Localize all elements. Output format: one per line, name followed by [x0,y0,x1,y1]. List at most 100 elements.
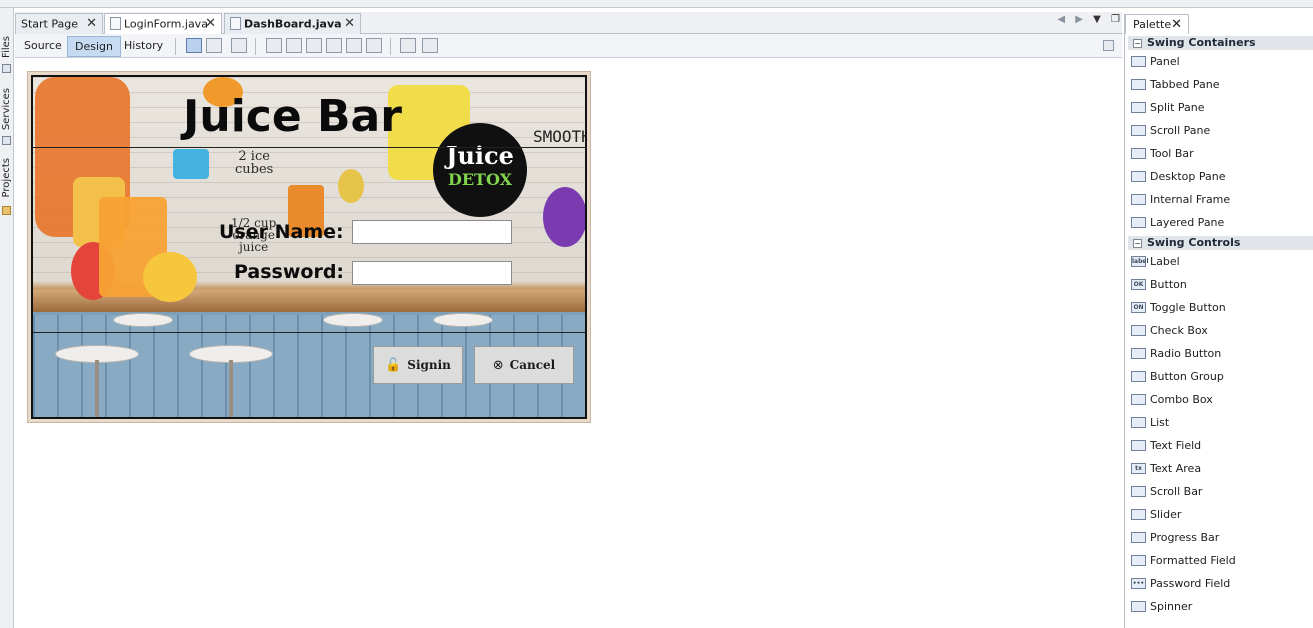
combo-box-icon [1131,394,1146,405]
palette-item-desktop-pane[interactable]: Desktop Pane [1131,167,1311,187]
palette-item-check-box[interactable]: Check Box [1131,321,1311,341]
sidebar-tab-services[interactable]: Services [0,88,14,150]
palette-tab[interactable]: Palette ✕ [1125,14,1189,34]
collapse-icon[interactable]: − [1133,239,1142,248]
palette-item-label: Tool Bar [1150,147,1194,160]
tab-loginform[interactable]: LoginForm.java ✕ [104,13,222,35]
preview-design-icon[interactable] [231,38,247,53]
palette-item-panel[interactable]: Panel [1131,52,1311,72]
category-swing-controls[interactable]: − Swing Controls [1128,236,1313,250]
connection-mode-icon[interactable] [206,38,222,53]
desktop-pane-icon [1131,171,1146,182]
palette-item-label: Label [1150,255,1180,268]
ice-note: 2 ice cubes [235,149,274,177]
align-top-icon[interactable] [326,38,342,53]
internal-frame-icon [1131,194,1146,205]
palette-item-label-control[interactable]: label Label [1131,252,1311,272]
list-icon [1131,417,1146,428]
center-horizontally-icon[interactable] [306,38,322,53]
tab-list-icon[interactable]: ▼ [1093,14,1101,25]
palette-item-button-group[interactable]: Button Group [1131,367,1311,387]
palette-item-password-field[interactable]: ••• Password Field [1131,574,1311,594]
design-button[interactable]: Design [67,36,121,57]
palette-item-formatted-field[interactable]: Formatted Field [1131,551,1311,571]
tab-start-page[interactable]: Start Page ✕ [15,13,103,34]
category-label: Swing Controls [1147,236,1241,249]
palette-title: Palette [1133,18,1172,31]
collapse-icon[interactable]: − [1133,39,1142,48]
palette-item-label: Text Area [1150,462,1202,475]
category-label: Swing Containers [1147,36,1256,49]
close-icon[interactable]: ✕ [1171,15,1182,34]
palette-item-scroll-pane[interactable]: Scroll Pane [1131,121,1311,141]
design-toolbar: Source Design History [15,34,1122,58]
restore-window-icon[interactable]: ❐ [1111,14,1120,25]
vertical-resize-icon[interactable] [422,38,438,53]
stool-leg-art [229,360,233,417]
button-group-icon [1131,371,1146,382]
palette-item-split-pane[interactable]: Split Pane [1131,98,1311,118]
projects-icon [2,206,11,215]
palette-item-button[interactable]: OK Button [1131,275,1311,295]
lemon-slice-art [143,252,197,302]
horizontal-resize-icon[interactable] [400,38,416,53]
close-icon[interactable]: ✕ [344,14,355,33]
palette-item-text-field[interactable]: Text Field [1131,436,1311,456]
align-right-icon[interactable] [286,38,302,53]
palette-item-scroll-bar[interactable]: Scroll Bar [1131,482,1311,502]
scroll-left-icon[interactable]: ◀ [1057,14,1065,25]
palette-item-combo-box[interactable]: Combo Box [1131,390,1311,410]
palette-item-label: Desktop Pane [1150,170,1226,183]
stool-art [113,313,173,327]
juice-detox-badge: Juice DETOX [433,123,527,217]
tab-dashboard[interactable]: DashBoard.java ✕ [224,13,361,34]
close-icon[interactable]: ✕ [205,14,216,33]
align-left-icon[interactable] [266,38,282,53]
cancel-button[interactable]: ⊗ Cancel [474,346,574,384]
label-icon: label [1131,256,1149,267]
expand-icon[interactable] [1103,40,1114,51]
palette-item-tool-bar[interactable]: Tool Bar [1131,144,1311,164]
panel-icon [1131,56,1146,67]
palette-item-label: List [1150,416,1170,429]
tab-start-page-label: Start Page [21,17,78,31]
cancel-icon: ⊗ [492,358,504,373]
palette-item-internal-frame[interactable]: Internal Frame [1131,190,1311,210]
password-field[interactable] [352,261,512,285]
left-sidebar: Files Services Projects [0,8,14,628]
palette-item-label: Button Group [1150,370,1224,383]
palette-item-layered-pane[interactable]: Layered Pane [1131,213,1311,233]
tabbed-pane-icon [1131,79,1146,90]
sidebar-tab-files-label: Files [1,36,12,58]
check-box-icon [1131,325,1146,336]
palette-item-radio-button[interactable]: Radio Button [1131,344,1311,364]
signin-button[interactable]: 🔓 Signin [373,346,463,384]
palette-item-label: Password Field [1150,577,1231,590]
username-field[interactable] [352,220,512,244]
source-button[interactable]: Source [17,36,69,57]
sidebar-tab-files[interactable]: Files [0,36,14,82]
align-bottom-icon[interactable] [346,38,362,53]
login-form-panel[interactable]: Juice DETOX 2 ice cubes 1/2 cup orange j… [31,75,587,419]
palette-item-toggle-button[interactable]: ON Toggle Button [1131,298,1311,318]
java-file-icon [230,16,241,30]
palette-item-progress-bar[interactable]: Progress Bar [1131,528,1311,548]
palette-item-slider[interactable]: Slider [1131,505,1311,525]
palette-item-text-area[interactable]: tx Text Area [1131,459,1311,479]
sidebar-tab-projects[interactable]: Projects [0,158,14,220]
palette-item-list[interactable]: List [1131,413,1311,433]
palette-item-label: Combo Box [1150,393,1213,406]
palette-item-tabbed-pane[interactable]: Tabbed Pane [1131,75,1311,95]
palette-item-label: Button [1150,278,1187,291]
history-button[interactable]: History [117,36,170,57]
center-vertically-icon[interactable] [366,38,382,53]
palette-item-spinner[interactable]: Spinner [1131,597,1311,617]
selection-mode-icon[interactable] [186,38,202,53]
close-icon[interactable]: ✕ [86,14,97,33]
divider-line [33,332,585,333]
scroll-right-icon[interactable]: ▶ [1075,14,1083,25]
badge-line1: Juice [446,141,514,170]
category-swing-containers[interactable]: − Swing Containers [1128,36,1313,50]
progress-bar-icon [1131,532,1146,543]
palette-item-label: Slider [1150,508,1182,521]
